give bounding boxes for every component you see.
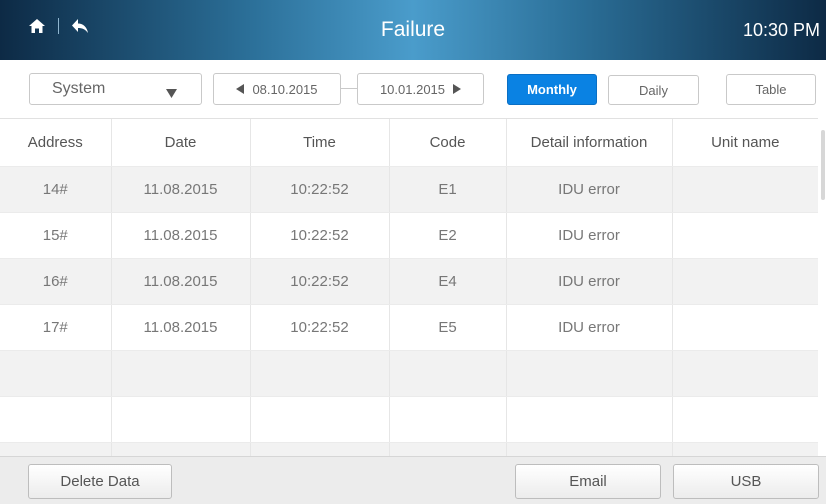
table-row[interactable]: 17# 11.08.2015 10:22:52 E5 IDU error — [0, 304, 818, 351]
previous-date-icon[interactable] — [236, 82, 245, 97]
filter-toolbar: System 08.10.2015 10.01.2015 Monthly Dai… — [0, 60, 826, 118]
column-header-unit-name: Unit name — [671, 119, 818, 167]
title-bar: Failure 10:30 PM — [0, 0, 826, 60]
cell-empty — [0, 350, 111, 397]
cell-time: 10:22:52 — [249, 304, 389, 351]
cell-date: 11.08.2015 — [110, 212, 250, 259]
table-view-button[interactable]: Table — [726, 74, 816, 105]
cell-address: 14# — [0, 166, 111, 213]
action-bar: Delete Data Email USB — [0, 456, 826, 504]
cell-empty — [249, 396, 389, 443]
cell-address: 15# — [0, 212, 111, 259]
cell-code: E4 — [388, 258, 506, 305]
cell-empty — [671, 350, 818, 397]
table-header-row: Address Date Time Code Detail informatio… — [0, 119, 818, 167]
cell-empty — [249, 442, 389, 456]
cell-empty — [671, 442, 818, 456]
failure-table: Address Date Time Code Detail informatio… — [0, 118, 818, 456]
cell-time: 10:22:52 — [249, 166, 389, 213]
table-row-empty — [0, 396, 818, 443]
cell-code: E2 — [388, 212, 506, 259]
cell-unit-name — [671, 304, 818, 351]
cell-detail: IDU error — [505, 304, 672, 351]
cell-empty — [505, 442, 672, 456]
cell-code: E5 — [388, 304, 506, 351]
column-header-address: Address — [0, 119, 111, 167]
cell-empty — [0, 396, 111, 443]
cell-unit-name — [671, 166, 818, 213]
system-dropdown[interactable]: System — [29, 73, 202, 105]
start-date-value: 08.10.2015 — [252, 81, 318, 97]
cell-date: 11.08.2015 — [110, 304, 250, 351]
page-title: Failure — [380, 18, 446, 41]
cell-empty — [388, 442, 506, 456]
table-scrollbar[interactable] — [821, 130, 825, 200]
date-range-separator — [341, 88, 357, 89]
cell-address: 17# — [0, 304, 111, 351]
table-row[interactable]: 15# 11.08.2015 10:22:52 E2 IDU error — [0, 212, 818, 259]
cell-empty — [505, 396, 672, 443]
table-row-empty — [0, 442, 818, 456]
column-header-date: Date — [110, 119, 250, 167]
cell-empty — [388, 396, 506, 443]
cell-empty — [0, 442, 111, 456]
column-header-code: Code — [388, 119, 506, 167]
cell-empty — [249, 350, 389, 397]
table-row-empty — [0, 350, 818, 397]
cell-time: 10:22:52 — [249, 212, 389, 259]
start-date-field[interactable]: 08.10.2015 — [213, 73, 341, 105]
table-row[interactable]: 14# 11.08.2015 10:22:52 E1 IDU error — [0, 166, 818, 213]
cell-empty — [505, 350, 672, 397]
next-date-icon[interactable] — [453, 82, 462, 97]
end-date-field[interactable]: 10.01.2015 — [357, 73, 484, 105]
email-button[interactable]: Email — [515, 464, 661, 499]
cell-unit-name — [671, 258, 818, 305]
cell-empty — [110, 396, 250, 443]
cell-time: 10:22:52 — [249, 258, 389, 305]
table-row[interactable]: 16# 11.08.2015 10:22:52 E4 IDU error — [0, 258, 818, 305]
cell-code: E1 — [388, 166, 506, 213]
cell-empty — [110, 442, 250, 456]
end-date-value: 10.01.2015 — [379, 81, 446, 97]
cell-empty — [388, 350, 506, 397]
cell-detail: IDU error — [505, 166, 672, 213]
daily-button[interactable]: Daily — [608, 75, 699, 105]
column-header-time: Time — [249, 119, 389, 167]
monthly-button[interactable]: Monthly — [507, 74, 597, 105]
delete-data-button[interactable]: Delete Data — [28, 464, 172, 499]
cell-date: 11.08.2015 — [110, 258, 250, 305]
cell-date: 11.08.2015 — [110, 166, 250, 213]
cell-empty — [110, 350, 250, 397]
cell-detail: IDU error — [505, 258, 672, 305]
cell-empty — [671, 396, 818, 443]
system-dropdown-value: System — [52, 80, 106, 97]
dropdown-triangle-icon — [166, 85, 177, 103]
cell-detail: IDU error — [505, 212, 672, 259]
cell-unit-name — [671, 212, 818, 259]
usb-button[interactable]: USB — [673, 464, 819, 499]
column-header-detail: Detail information — [505, 119, 672, 167]
clock: 10:30 PM — [742, 20, 820, 40]
cell-address: 16# — [0, 258, 111, 305]
